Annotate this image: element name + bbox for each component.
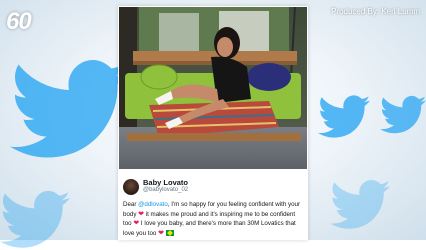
brazil-flag-icon	[165, 229, 174, 236]
tweet-line: Dear @ddlovato, I'm so happy for you fee…	[123, 200, 305, 210]
tweet-header: Baby Lovato @babylovato_02	[123, 178, 303, 196]
twitter-bird-icon	[10, 60, 130, 158]
tweet-text-segment: love you too	[123, 229, 159, 237]
twitter-bird-icon	[318, 95, 370, 138]
tweet-text-segment: too	[123, 220, 134, 228]
tweet-text: Dear @ddlovato, I'm so happy for you fee…	[123, 200, 305, 238]
tweet-line: body ❤ it makes me proud and it's inspir…	[123, 210, 305, 220]
twitter-bird-icon	[330, 180, 390, 229]
tweet-text-segment: Dear	[123, 201, 139, 208]
tweet-text-segment: , I'm so happy for you feeling confident…	[167, 201, 301, 208]
tweet-photo	[119, 7, 307, 169]
tweet-line: too ❤ I love you baby, and there's more …	[123, 219, 305, 229]
avatar[interactable]	[123, 179, 139, 195]
twitter-bird-icon	[0, 190, 70, 248]
tweet-text-segment: I love you baby, and there's more than 3…	[139, 220, 296, 228]
heart-icon: ❤	[158, 229, 164, 237]
tweet-display-name[interactable]: Baby Lovato	[143, 178, 188, 187]
tweet-line: love you too ❤	[123, 229, 305, 239]
mention-link[interactable]: @ddlovato	[138, 201, 168, 208]
tweet-text-segment: it makes me proud and it's inspiring me …	[144, 210, 296, 218]
twitter-bird-icon	[380, 95, 426, 134]
brand-logo: 60	[6, 8, 32, 35]
producer-credit: Produced By: Keri Lumm	[331, 7, 420, 16]
tweet-text-segment: body	[123, 210, 139, 218]
tweet-card: Baby Lovato @babylovato_02 Dear @ddlovat…	[118, 6, 308, 240]
tweet-handle[interactable]: @babylovato_02	[143, 187, 188, 193]
